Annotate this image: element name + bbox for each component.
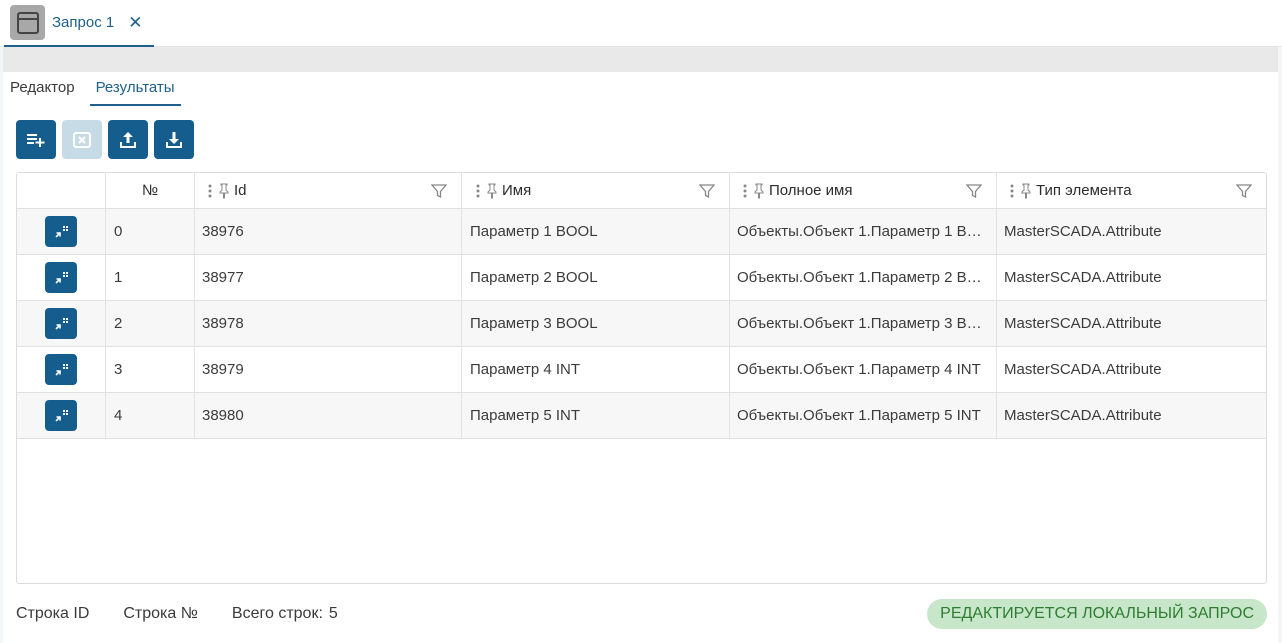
header-id-label: Id [234, 182, 247, 199]
header-name[interactable]: Имя [462, 173, 730, 208]
cell-full-name: Объекты.Объект 1.Параметр 3 BOOL [737, 315, 989, 332]
collapse-arrow-icon [55, 409, 68, 422]
results-panel: Редактор Результаты № Id Имя Полное имя … [3, 72, 1278, 643]
header-full-name-label: Полное имя [769, 182, 853, 199]
cell-number: 3 [106, 347, 195, 392]
cell-element-type: MasterSCADA.Attribute [1004, 315, 1162, 332]
cell-id: 38980 [195, 393, 462, 438]
table-row[interactable]: 2 38978 Параметр 3 BOOL Объекты.Объект 1… [17, 301, 1266, 347]
collapse-arrow-icon [55, 317, 68, 330]
cell-element-type: MasterSCADA.Attribute [1004, 361, 1162, 378]
column-menu-icon[interactable] [743, 184, 747, 198]
status-total-value: 5 [328, 605, 338, 622]
open-row-button[interactable] [45, 216, 77, 247]
filter-icon[interactable] [699, 183, 715, 199]
upload-icon [120, 131, 136, 148]
tab-results[interactable]: Результаты [89, 76, 181, 106]
open-row-button[interactable] [45, 262, 77, 293]
cell-element-type: MasterSCADA.Attribute [1004, 269, 1162, 286]
status-bar: Строка ID Строка № Всего строк: 5 РЕДАКТ… [16, 598, 1267, 630]
document-tab-strip: Запрос 1 ✕ [0, 0, 1282, 47]
cell-element-type: MasterSCADA.Attribute [1004, 223, 1162, 240]
cell-id: 38976 [195, 209, 462, 254]
query-tab-title: Запрос 1 [52, 14, 115, 31]
close-icon[interactable]: ✕ [128, 14, 142, 31]
app-window: Запрос 1 ✕ Редактор Результаты № Id Имя … [0, 0, 1282, 643]
header-name-label: Имя [502, 182, 532, 199]
header-number[interactable]: № [106, 173, 195, 208]
pin-icon[interactable] [218, 183, 230, 199]
upload-button[interactable] [108, 120, 148, 159]
status-row-id: Строка ID [16, 605, 90, 622]
filter-icon[interactable] [966, 183, 982, 199]
playlist-add-icon [27, 133, 45, 147]
add-rows-button[interactable] [16, 120, 56, 159]
column-menu-icon[interactable] [1010, 184, 1014, 198]
download-button[interactable] [154, 120, 194, 159]
cell-name: Параметр 1 BOOL [462, 209, 730, 254]
header-id[interactable]: Id [195, 173, 462, 208]
status-row-number: Строка № [123, 605, 198, 622]
status-total-label: Всего строк: [231, 605, 323, 622]
filter-icon[interactable] [1236, 183, 1252, 199]
cell-id: 38977 [195, 255, 462, 300]
header-element-type[interactable]: Тип элемента [997, 173, 1266, 208]
collapse-arrow-icon [55, 271, 68, 284]
pin-icon[interactable] [753, 183, 765, 199]
open-row-button[interactable] [45, 354, 77, 385]
header-full-name[interactable]: Полное имя [730, 173, 997, 208]
cell-full-name: Объекты.Объект 1.Параметр 4 INT [737, 361, 981, 378]
toolbar-band [3, 47, 1278, 72]
download-icon [166, 131, 182, 148]
local-query-badge: РЕДАКТИРУЕТСЯ ЛОКАЛЬНЫЙ ЗАПРОС [927, 599, 1267, 629]
editor-results-tabs: Редактор Результаты [10, 76, 189, 106]
column-menu-icon[interactable] [208, 184, 212, 198]
cell-element-type: MasterSCADA.Attribute [1004, 407, 1162, 424]
pin-icon[interactable] [486, 183, 498, 199]
header-element-type-label: Тип элемента [1036, 182, 1132, 199]
results-toolbar [16, 120, 194, 159]
cell-name: Параметр 2 BOOL [462, 255, 730, 300]
cell-full-name: Объекты.Объект 1.Параметр 2 BOOL [737, 269, 989, 286]
tab-editor[interactable]: Редактор [10, 76, 82, 106]
cell-full-name: Объекты.Объект 1.Параметр 1 BOOL [737, 223, 989, 240]
table-row[interactable]: 3 38979 Параметр 4 INT Объекты.Объект 1.… [17, 347, 1266, 393]
query-tab[interactable]: Запрос 1 ✕ [4, 0, 154, 47]
table-row[interactable]: 4 38980 Параметр 5 INT Объекты.Объект 1.… [17, 393, 1266, 439]
column-menu-icon[interactable] [476, 184, 480, 198]
filter-icon[interactable] [431, 183, 447, 199]
cell-number: 0 [106, 209, 195, 254]
grid-header-row: № Id Имя Полное имя Тип элемента [17, 173, 1266, 209]
cell-number: 1 [106, 255, 195, 300]
collapse-arrow-icon [55, 225, 68, 238]
collapse-arrow-icon [55, 363, 68, 376]
table-row[interactable]: 1 38977 Параметр 2 BOOL Объекты.Объект 1… [17, 255, 1266, 301]
cell-number: 2 [106, 301, 195, 346]
cell-name: Параметр 5 INT [462, 393, 730, 438]
cell-name: Параметр 3 BOOL [462, 301, 730, 346]
header-action-column [17, 173, 106, 208]
cell-name: Параметр 4 INT [462, 347, 730, 392]
results-grid: № Id Имя Полное имя Тип элемента 0 38976… [16, 172, 1267, 584]
cell-id: 38979 [195, 347, 462, 392]
cell-id: 38978 [195, 301, 462, 346]
clear-button[interactable] [62, 120, 102, 159]
pin-icon[interactable] [1020, 183, 1032, 199]
table-row[interactable]: 0 38976 Параметр 1 BOOL Объекты.Объект 1… [17, 209, 1266, 255]
cell-number: 4 [106, 393, 195, 438]
clear-box-icon [73, 131, 91, 148]
open-row-button[interactable] [45, 400, 77, 431]
cell-full-name: Объекты.Объект 1.Параметр 5 INT [737, 407, 981, 424]
open-row-button[interactable] [45, 308, 77, 339]
window-icon [10, 5, 45, 40]
